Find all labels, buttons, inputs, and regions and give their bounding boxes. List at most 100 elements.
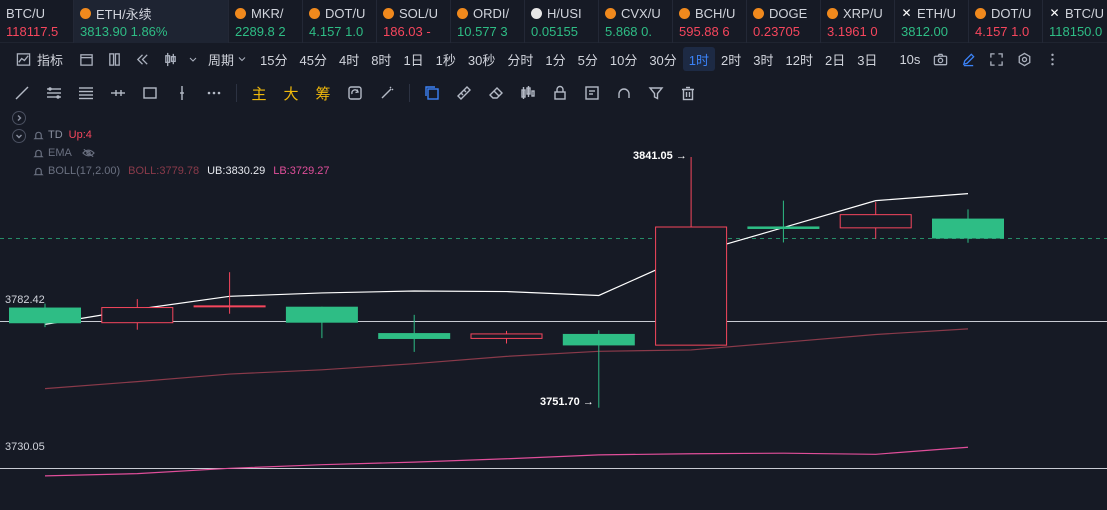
- vertical-line-icon[interactable]: [170, 81, 194, 105]
- lock-icon[interactable]: [548, 81, 572, 105]
- rectangle-icon[interactable]: [138, 81, 162, 105]
- fullscreen-icon[interactable]: [985, 47, 1007, 71]
- rewind-icon[interactable]: [131, 47, 153, 71]
- main-force-button[interactable]: 主: [247, 81, 271, 105]
- ruler-icon[interactable]: [452, 81, 476, 105]
- eye-off-icon[interactable]: [81, 148, 95, 158]
- ticker-value: 5.868 0.: [605, 24, 652, 39]
- ticker-item[interactable]: H/USI 0.05155: [525, 0, 599, 43]
- ticker-item[interactable]: ✕ ETH/U 3812.00: [895, 0, 969, 43]
- candle-body: [562, 333, 635, 346]
- period-option[interactable]: 5分: [572, 47, 604, 71]
- bell-icon[interactable]: [33, 130, 44, 141]
- period-option[interactable]: 8时: [365, 47, 397, 71]
- trash-icon[interactable]: [676, 81, 700, 105]
- period-option[interactable]: 1分: [539, 47, 571, 71]
- period-option[interactable]: 12时: [780, 47, 819, 71]
- parallel-lines-icon[interactable]: [42, 81, 66, 105]
- ticker-item[interactable]: BTC/U 118117.5: [0, 0, 74, 43]
- eraser-icon[interactable]: [484, 81, 508, 105]
- legend-collapse-button[interactable]: [12, 129, 26, 143]
- ticker-header: MKR/: [235, 5, 302, 21]
- ticker-header: BTC/U: [6, 5, 73, 21]
- legend-ema[interactable]: EMA: [33, 144, 330, 162]
- ticker-item[interactable]: SOL/U 186.03 -: [377, 0, 451, 43]
- period-option[interactable]: 15分: [254, 47, 293, 71]
- ticker-value: 10.577 3: [457, 24, 508, 39]
- period-option[interactable]: 1时: [682, 47, 716, 71]
- ticker-symbol: BTC/U: [1065, 5, 1104, 21]
- coin-icon: [235, 7, 246, 19]
- legend-ema-name: EMA: [48, 147, 72, 159]
- legend-boll[interactable]: BOLL(17,2.00) BOLL:3779.78 UB:3830.29 LB…: [33, 162, 330, 180]
- indicator-button[interactable]: 指标: [37, 47, 69, 71]
- chip-distribution-button[interactable]: 筹: [311, 81, 335, 105]
- chevron-down-icon[interactable]: [187, 47, 199, 71]
- sync-icon[interactable]: [343, 81, 367, 105]
- ticker-header: BCH/U: [679, 5, 746, 21]
- candle-pattern-icon[interactable]: [516, 81, 540, 105]
- copy-icon[interactable]: [420, 81, 444, 105]
- ticker-item[interactable]: DOT/U 4.157 1.0: [303, 0, 377, 43]
- ticker-item[interactable]: XRP/U 3.1961 0: [821, 0, 895, 43]
- period-option[interactable]: 30秒: [462, 47, 501, 71]
- ticker-symbol: ORDI/: [473, 5, 510, 21]
- period-option[interactable]: 3日: [851, 47, 883, 71]
- period-option[interactable]: 45分: [294, 47, 333, 71]
- chevron-down-icon: [238, 57, 246, 62]
- filter-icon[interactable]: [644, 81, 668, 105]
- legend-td[interactable]: TD Up:4: [33, 126, 330, 144]
- layout-icon[interactable]: [103, 47, 125, 71]
- magic-brush-icon[interactable]: [375, 81, 399, 105]
- gear-icon[interactable]: [1013, 47, 1035, 71]
- coin-icon: [80, 7, 91, 19]
- camera-icon[interactable]: [929, 47, 951, 71]
- legend-expand-button[interactable]: [12, 111, 26, 125]
- period-option[interactable]: 2时: [715, 47, 747, 71]
- legend-boll-name: BOLL(17,2.00): [48, 165, 121, 177]
- ticker-item[interactable]: ORDI/10.577 3: [451, 0, 525, 43]
- ticker-item[interactable]: DOT/U 4.157 1.0: [969, 0, 1043, 43]
- horizontal-ray-icon[interactable]: [106, 81, 130, 105]
- ticker-value: 0.23705: [753, 24, 800, 39]
- period-option[interactable]: 10分: [604, 47, 643, 71]
- ticker-item[interactable]: CVX/U 5.868 0.: [599, 0, 673, 43]
- period-select[interactable]: 周期: [202, 47, 254, 71]
- ticker-header: DOT/U: [975, 5, 1042, 21]
- period-option[interactable]: 2日: [819, 47, 851, 71]
- exchange-x-icon: ✕: [1049, 6, 1060, 20]
- period-option[interactable]: 分时: [501, 47, 539, 71]
- indicator-icon[interactable]: [12, 47, 34, 71]
- period-option[interactable]: 4时: [333, 47, 365, 71]
- ticker-header: XRP/U: [827, 5, 894, 21]
- price-line-label-lower: 3730.05: [5, 441, 45, 453]
- ticker-symbol: BTC/U: [6, 5, 45, 21]
- candle-type-icon[interactable]: [159, 47, 181, 71]
- more-tools-icon[interactable]: [202, 81, 226, 105]
- ticker-item[interactable]: DOGE 0.23705: [747, 0, 821, 43]
- fib-levels-icon[interactable]: [74, 81, 98, 105]
- ticker-header: ✕ ETH/U: [901, 5, 968, 21]
- period-option[interactable]: 1秒: [430, 47, 462, 71]
- magnet-icon[interactable]: [612, 81, 636, 105]
- ticker-item[interactable]: ETH/永续 3813.90 1.86%: [74, 0, 229, 43]
- ticker-header: ✕ BTC/U: [1049, 5, 1107, 21]
- pencil-icon[interactable]: [957, 47, 979, 71]
- exchange-x-icon: ✕: [901, 6, 912, 20]
- note-icon[interactable]: [580, 81, 604, 105]
- ticker-item[interactable]: ✕ BTC/U 118150.0: [1043, 0, 1107, 43]
- ticker-item[interactable]: MKR/2289.8 2: [229, 0, 303, 43]
- period-option[interactable]: 1日: [397, 47, 429, 71]
- bell-icon[interactable]: [33, 148, 44, 159]
- bell-icon[interactable]: [33, 166, 44, 177]
- coin-icon: [309, 7, 320, 19]
- trendline-icon[interactable]: [10, 81, 34, 105]
- more-vertical-icon[interactable]: [1041, 47, 1063, 71]
- indicator-legend: TD Up:4 EMA BOLL(17,2.00) BOLL:3779.78 U…: [33, 126, 330, 180]
- ticker-item[interactable]: BCH/U 595.88 6: [673, 0, 747, 43]
- replay-speed-button[interactable]: 10s: [893, 47, 926, 71]
- big-order-button[interactable]: 大: [279, 81, 303, 105]
- period-option[interactable]: 30分: [643, 47, 682, 71]
- calendar-icon[interactable]: [75, 47, 97, 71]
- period-option[interactable]: 3时: [747, 47, 779, 71]
